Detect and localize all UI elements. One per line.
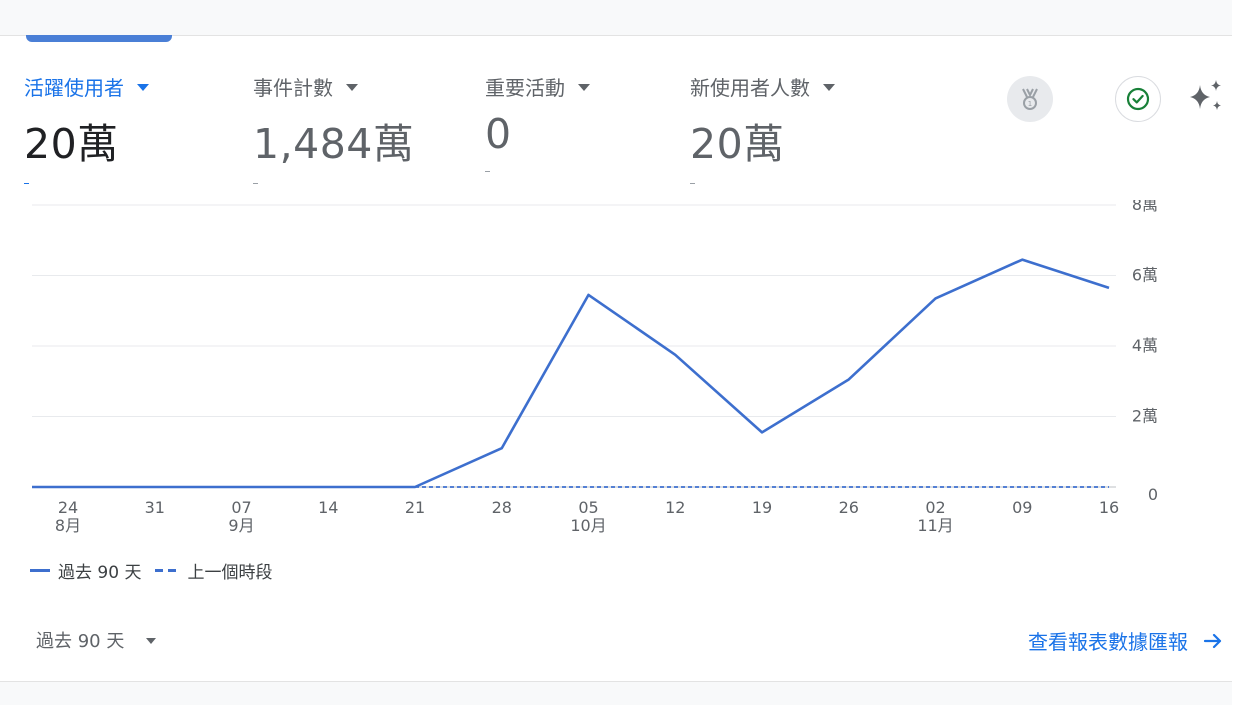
- x-tick-label: 24: [58, 498, 78, 517]
- top-strip: [0, 0, 1232, 36]
- x-tick-label: 14: [318, 498, 338, 517]
- x-tick-label: 02: [925, 498, 945, 517]
- view-report-label: 查看報表數據匯報: [1028, 630, 1188, 654]
- x-tick-label: 16: [1099, 498, 1119, 517]
- sparkle-icon-svg: [1190, 80, 1221, 110]
- metric-label-key-events[interactable]: 重要活動: [485, 72, 590, 101]
- date-range-dropdown[interactable]: 過去 90 天: [36, 627, 157, 653]
- x-tick-month-label: 10月: [570, 516, 606, 535]
- chevron-down-icon: [146, 638, 157, 644]
- x-tick-month-label: 11月: [917, 516, 953, 535]
- legend-previous-period: 上一個時段: [187, 563, 273, 583]
- metric-key-events[interactable]: 重要活動 0: [485, 72, 590, 172]
- medal-icon-svg: 1: [1022, 88, 1038, 110]
- check-circle-icon[interactable]: [1115, 76, 1161, 122]
- x-tick-label: 26: [839, 498, 859, 517]
- svg-text:1: 1: [1028, 100, 1032, 108]
- metric-active-users[interactable]: 活躍使用者 20萬: [24, 72, 149, 184]
- y-tick-label: 0: [1148, 485, 1158, 504]
- metric-delta-active-users: [24, 183, 29, 184]
- bottom-strip: [0, 681, 1232, 705]
- chevron-down-icon: [346, 84, 358, 91]
- metric-event-count[interactable]: 事件計數 1,484萬: [253, 72, 414, 184]
- chevron-down-icon: [578, 84, 590, 91]
- legend-current-period: 過去 90 天: [58, 563, 142, 583]
- legend-dashed-line-marker: [155, 569, 178, 572]
- metric-delta-new-users: [690, 183, 695, 184]
- y-tick-label: 2萬: [1132, 407, 1158, 426]
- legend-solid-line-marker: [30, 569, 50, 572]
- check-circle-icon-svg: [1126, 87, 1150, 111]
- y-tick-label: 8萬: [1132, 200, 1158, 214]
- x-tick-label: 05: [578, 498, 598, 517]
- selected-tab-indicator: [26, 35, 172, 42]
- x-tick-label: 28: [492, 498, 512, 517]
- chart-legend: 過去 90 天 上一個時段: [30, 558, 272, 583]
- metric-label-active-users[interactable]: 活躍使用者: [24, 72, 149, 101]
- x-tick-label: 21: [405, 498, 425, 517]
- x-tick-label: 19: [752, 498, 772, 517]
- x-tick-month-label: 8月: [55, 516, 81, 535]
- arrow-right-icon: [1203, 633, 1222, 648]
- metric-delta-key-events: [485, 171, 490, 172]
- x-tick-label: 31: [145, 498, 165, 517]
- active-users-line-chart: 0 2萬 4萬 6萬 8萬 248月 31 079月 14 21 28 0510月 12 19 26 0211…: [32, 200, 1158, 535]
- chevron-down-icon: [823, 84, 835, 91]
- metric-delta-event-count: [253, 183, 258, 184]
- metric-value-active-users: 20萬: [24, 120, 119, 168]
- date-range-label: 過去 90 天: [36, 631, 125, 652]
- chevron-down-icon: [137, 84, 149, 91]
- metric-value-key-events: 0: [485, 110, 512, 158]
- current-period-series-line: [32, 258, 1110, 489]
- y-tick-label: 4萬: [1132, 336, 1158, 355]
- x-tick-label: 07: [231, 498, 251, 517]
- x-tick-label: 09: [1012, 498, 1032, 517]
- metric-value-new-users: 20萬: [690, 120, 785, 168]
- medal-icon[interactable]: 1: [1007, 76, 1053, 122]
- metric-label-new-users[interactable]: 新使用者人數: [690, 72, 835, 101]
- metric-new-users[interactable]: 新使用者人數 20萬: [690, 72, 835, 184]
- sparkle-icon[interactable]: [1185, 76, 1227, 118]
- x-tick-month-label: 9月: [228, 516, 254, 535]
- metric-label-event-count[interactable]: 事件計數: [253, 72, 414, 101]
- y-tick-label: 6萬: [1132, 266, 1158, 285]
- x-tick-label: 12: [665, 498, 685, 517]
- view-report-link[interactable]: 查看報表數據匯報: [1028, 626, 1224, 655]
- metric-value-event-count: 1,484萬: [253, 120, 415, 168]
